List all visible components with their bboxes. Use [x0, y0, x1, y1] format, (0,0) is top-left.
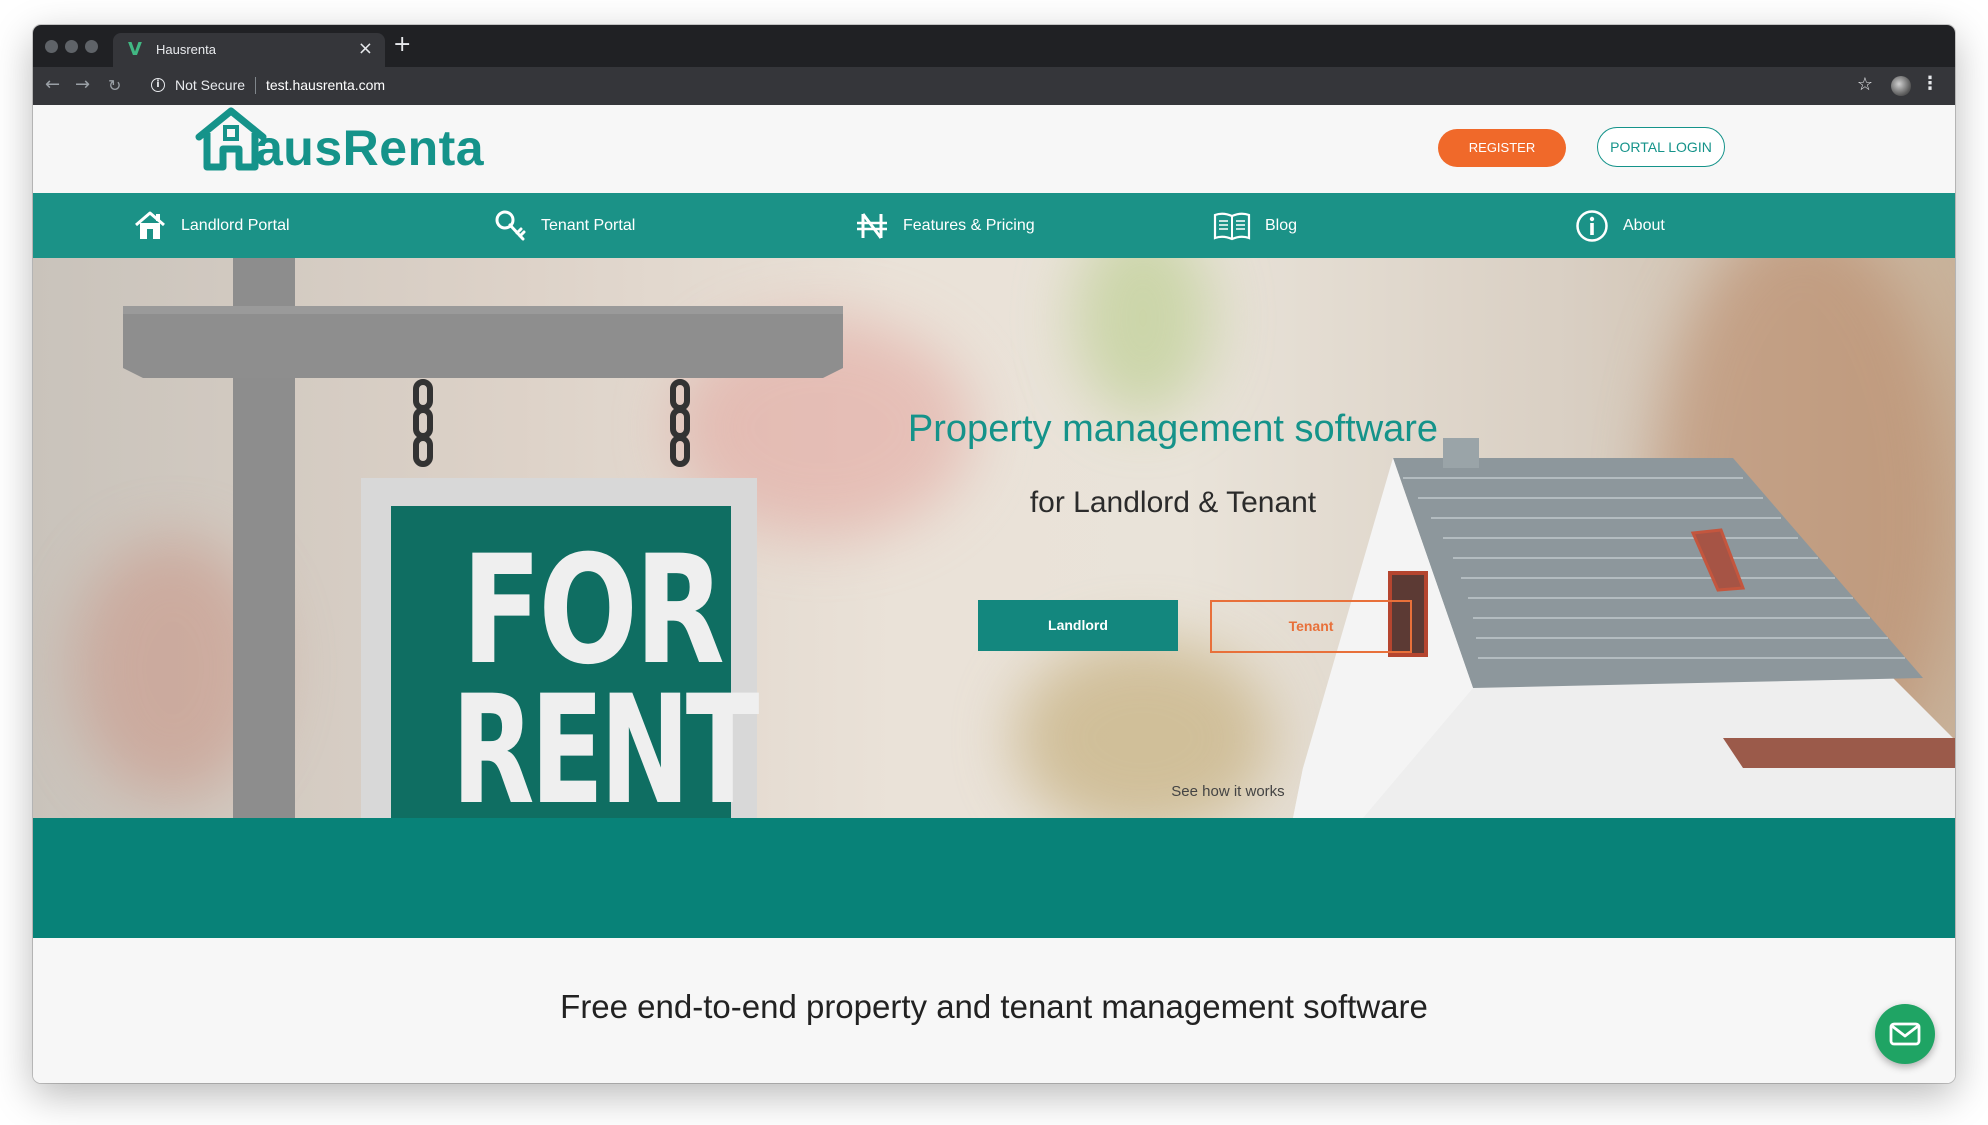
tab-title: Hausrenta [156, 42, 216, 57]
features-section: Free end-to-end property and tenant mana… [33, 938, 1955, 1083]
nav-label: Tenant Portal [541, 216, 636, 234]
nav-label: Features & Pricing [903, 216, 1035, 234]
url-field[interactable]: test.hausrenta.com [266, 77, 385, 93]
web-page: ausRenta REGISTER PORTAL LOGIN Landlord … [33, 105, 1955, 1083]
close-icon[interactable]: × [358, 38, 373, 60]
hero-section: FOR RENT Property management software fo… [33, 258, 1955, 818]
security-label[interactable]: Not Secure [175, 77, 245, 93]
reload-icon[interactable]: ↻ [108, 75, 121, 97]
house-icon [135, 211, 165, 239]
info-circle-icon [1576, 209, 1608, 242]
hero-subtitle: for Landlord & Tenant [1029, 486, 1317, 519]
nav-label: About [1623, 216, 1665, 234]
site-header: ausRenta REGISTER PORTAL LOGIN [33, 105, 1955, 193]
browser-tab[interactable]: V Hausrenta × [113, 33, 385, 67]
book-icon [1213, 212, 1251, 240]
landlord-button[interactable]: Landlord [978, 600, 1178, 651]
sign-text-rent: RENT [451, 664, 759, 818]
maximize-window-dot[interactable] [85, 40, 98, 53]
close-window-dot[interactable] [45, 40, 58, 53]
minimize-window-dot[interactable] [65, 40, 78, 53]
nav-item-about[interactable]: About [1575, 193, 1665, 258]
back-icon[interactable]: ← [45, 74, 60, 96]
naira-icon [857, 212, 887, 239]
nav-label: Landlord Portal [181, 216, 290, 234]
see-how-it-works-link[interactable]: See how it works [1123, 783, 1333, 800]
info-icon[interactable]: i [151, 78, 165, 92]
browser-window: V Hausrenta × + ← → ↻ i Not Secure test.… [33, 25, 1955, 1083]
new-tab-icon[interactable]: + [393, 33, 411, 57]
features-title: Free end-to-end property and tenant mana… [560, 988, 1428, 1025]
envelope-icon [1889, 1022, 1921, 1046]
vue-favicon-icon: V [128, 39, 142, 60]
nav-item-blog[interactable]: Blog [1213, 193, 1297, 258]
tab-bar: V Hausrenta × + [33, 25, 1955, 67]
background-blur-plant [1073, 258, 1213, 418]
register-button[interactable]: REGISTER [1438, 129, 1566, 167]
hero-title: Property management software [907, 408, 1439, 450]
portal-login-button[interactable]: PORTAL LOGIN [1597, 127, 1725, 167]
profile-icon[interactable] [1891, 76, 1911, 96]
tenant-button[interactable]: Tenant [1210, 600, 1412, 653]
star-icon[interactable]: ☆ [1857, 74, 1873, 95]
address-toolbar: ← → ↻ i Not Secure test.hausrenta.com ☆ … [33, 67, 1955, 105]
chat-button[interactable] [1875, 1004, 1935, 1064]
menu-icon[interactable]: ⋮ [1921, 73, 1939, 94]
nav-item-tenant-portal[interactable]: Tenant Portal [493, 193, 635, 258]
site-logo[interactable]: ausRenta [193, 105, 513, 193]
forward-icon[interactable]: → [75, 74, 90, 96]
nav-label: Blog [1265, 216, 1298, 234]
key-icon [495, 210, 526, 240]
teal-band [33, 818, 1955, 938]
url-separator [255, 77, 256, 94]
nav-item-features-pricing[interactable]: Features & Pricing [855, 193, 1035, 258]
logo-text: ausRenta [255, 120, 485, 176]
nav-item-landlord-portal[interactable]: Landlord Portal [133, 193, 290, 258]
main-nav: Landlord Portal Tenant Portal Features &… [33, 193, 1955, 258]
